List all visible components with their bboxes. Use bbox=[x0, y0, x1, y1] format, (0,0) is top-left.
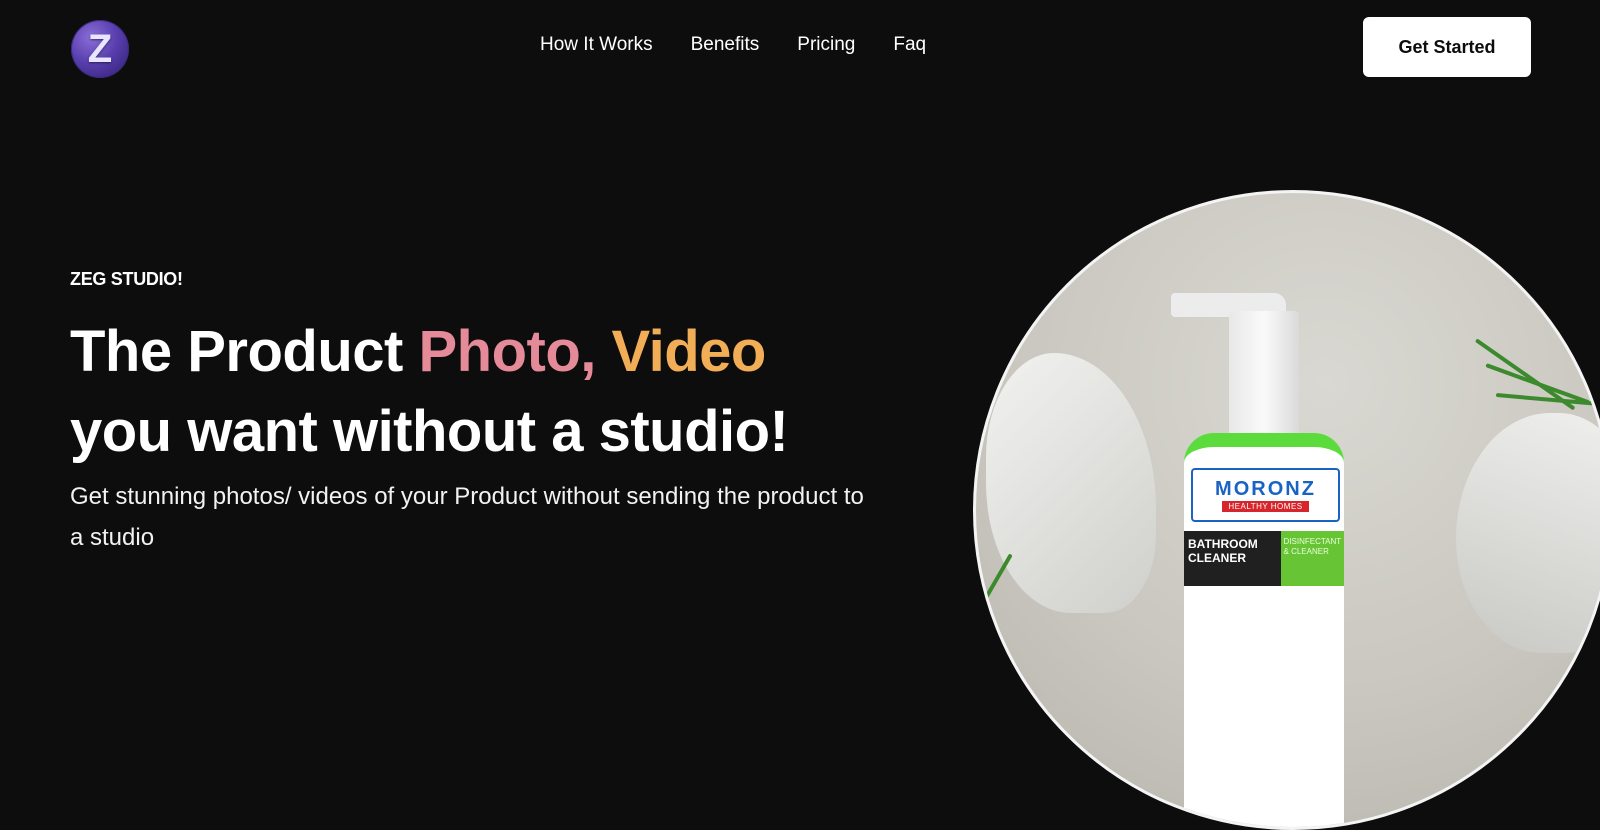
nav-faq[interactable]: Faq bbox=[893, 34, 926, 56]
hero-eyebrow: ZEG STUDIO! bbox=[70, 269, 183, 289]
bottle-product-label: BATHROOM CLEANER DISINFECTANT & CLEANER bbox=[1184, 531, 1344, 586]
brand-logo[interactable]: Z bbox=[71, 20, 129, 78]
leaf bbox=[976, 553, 1013, 616]
hero-headline: The Product Photo, Video you want withou… bbox=[70, 312, 789, 472]
headline-highlight-video: Video bbox=[595, 319, 766, 384]
headline-part1: The Product bbox=[70, 319, 419, 384]
logo-letter: Z bbox=[87, 27, 113, 71]
nav-how-it-works[interactable]: How It Works bbox=[540, 34, 653, 56]
headline-line2: you want without a studio! bbox=[70, 399, 789, 464]
product-image: MORONZ HEALTHY HOMES BATHROOM CLEANER DI… bbox=[973, 190, 1600, 830]
bottle-brand-label: MORONZ HEALTHY HOMES bbox=[1191, 468, 1340, 522]
bottle-pump-neck bbox=[1229, 311, 1299, 441]
get-started-button[interactable]: Get Started bbox=[1363, 17, 1531, 77]
nav-pricing[interactable]: Pricing bbox=[797, 34, 855, 56]
hero-subtext: Get stunning photos/ videos of your Prod… bbox=[70, 483, 864, 551]
nav-benefits[interactable]: Benefits bbox=[691, 34, 760, 56]
bottle-brand: MORONZ bbox=[1215, 477, 1316, 500]
headline-highlight-photo: Photo, bbox=[418, 319, 596, 384]
main-nav: How It Works Benefits Pricing Faq bbox=[540, 34, 926, 56]
rock-right bbox=[1456, 413, 1600, 653]
bottle-brand-tag: HEALTHY HOMES bbox=[1222, 500, 1309, 512]
bottle-product-name: BATHROOM CLEANER bbox=[1188, 537, 1258, 565]
rock-left bbox=[986, 353, 1156, 613]
bottle-product-side: DISINFECTANT & CLEANER bbox=[1280, 531, 1344, 586]
